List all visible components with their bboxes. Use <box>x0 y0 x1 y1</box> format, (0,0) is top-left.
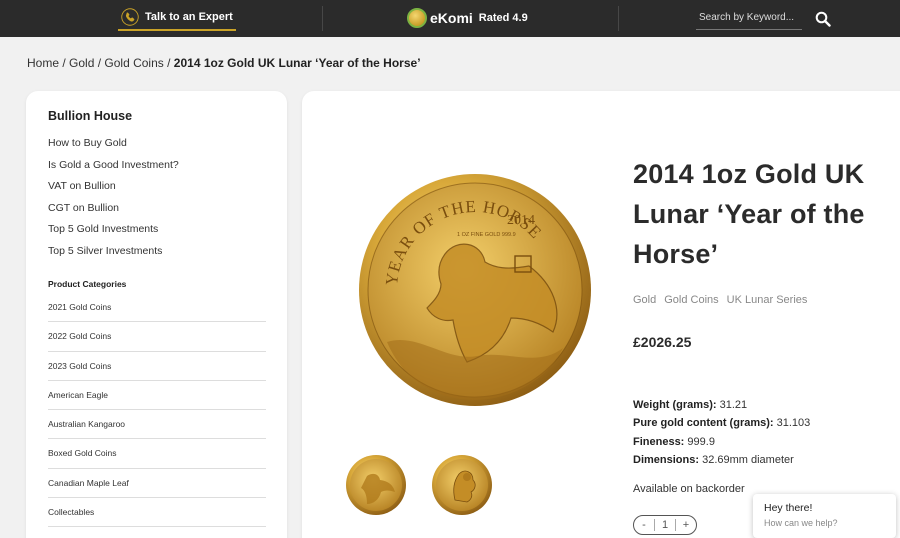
sidebar-title: Bullion House <box>48 109 133 123</box>
category-item[interactable]: Boxed Gold Coins <box>48 439 266 469</box>
category-item[interactable]: American Eagle <box>48 381 266 411</box>
category-item[interactable]: 2023 Gold Coins <box>48 352 266 381</box>
product-title: 2014 1oz Gold UK Lunar ‘Year of the Hors… <box>633 159 865 269</box>
breadcrumb-gold-coins[interactable]: Gold Coins <box>104 56 163 70</box>
spec-row: Pure gold content (grams): 31.103 <box>633 414 810 432</box>
phone-icon <box>121 7 139 26</box>
top-bar: Talk to an Expert eKomi Rated 4.9 <box>0 0 900 37</box>
chat-widget[interactable]: Hey there! How can we help? <box>753 494 896 538</box>
spec-row: Dimensions: 32.69mm diameter <box>633 451 810 469</box>
ekomi-rating[interactable]: eKomi Rated 4.9 <box>407 8 528 28</box>
availability-status: Available on backorder <box>633 483 745 495</box>
thumbnail-obverse[interactable] <box>431 454 493 516</box>
search-input[interactable] <box>696 6 802 30</box>
sidebar-link-top5-silver[interactable]: Top 5 Silver Investments <box>48 241 265 263</box>
breadcrumb: Home / Gold / Gold Coins / 2014 1oz Gold… <box>27 56 421 70</box>
spec-label: Weight (grams): <box>633 399 717 411</box>
talk-to-expert-link[interactable]: Talk to an Expert <box>118 4 236 31</box>
breadcrumb-gold[interactable]: Gold <box>69 56 94 70</box>
chat-title: Hey there! <box>764 502 813 514</box>
ekomi-brand: eKomi <box>430 10 473 26</box>
sidebar-link-gold-investment[interactable]: Is Gold a Good Investment? <box>48 155 265 177</box>
sidebar-link-vat[interactable]: VAT on Bullion <box>48 176 265 198</box>
tag-link[interactable]: UK Lunar Series <box>727 294 808 306</box>
coin-main-image[interactable]: YEAR OF THE HORSE 2014 1 OZ FINE GOLD 99… <box>357 172 593 408</box>
divider <box>618 6 619 31</box>
sidebar-link-how-to-buy-gold[interactable]: How to Buy Gold <box>48 133 265 155</box>
quantity-value[interactable]: 1 <box>654 519 676 531</box>
breadcrumb-home[interactable]: Home <box>27 56 59 70</box>
spec-label: Pure gold content (grams): <box>633 417 774 430</box>
product-price: £2026.25 <box>633 334 692 350</box>
sidebar-link-cgt[interactable]: CGT on Bullion <box>48 198 265 220</box>
sidebar-link-top5-gold[interactable]: Top 5 Gold Investments <box>48 219 265 241</box>
spec-label: Fineness: <box>633 435 685 448</box>
spec-value: 31.21 <box>719 399 748 411</box>
search-icon[interactable] <box>815 11 831 27</box>
quantity-plus-button[interactable]: + <box>676 519 696 531</box>
divider <box>322 6 323 31</box>
quantity-stepper[interactable]: - 1 + <box>633 515 697 535</box>
thumbnail-reverse[interactable] <box>345 454 407 516</box>
breadcrumb-current: 2014 1oz Gold UK Lunar ‘Year of the Hors… <box>173 56 421 70</box>
spec-label: Dimensions: <box>633 453 700 466</box>
category-item[interactable]: 2021 Gold Coins <box>48 293 266 323</box>
ekomi-rated: Rated 4.9 <box>478 12 528 24</box>
category-item[interactable]: Australian Kangaroo <box>48 410 266 440</box>
category-item[interactable]: 2022 Gold Coins <box>48 322 266 352</box>
talk-to-expert-label: Talk to an Expert <box>145 10 233 23</box>
product-specs: Weight (grams): 31.21 Pure gold content … <box>633 396 810 469</box>
tag-link[interactable]: Gold Coins <box>664 294 718 306</box>
spec-row: Weight (grams): 31.21 <box>633 396 810 414</box>
spec-row: Fineness: 999.9 <box>633 433 810 451</box>
sidebar: Bullion House How to Buy Gold Is Gold a … <box>26 91 287 538</box>
coin-year: 2014 <box>507 213 535 228</box>
quantity-minus-button[interactable]: - <box>634 519 654 531</box>
spec-value: 32.69mm diameter <box>702 453 794 466</box>
spec-value: 999.9 <box>687 435 715 448</box>
category-item[interactable]: Collectables <box>48 498 266 528</box>
product-tags: Gold Gold Coins UK Lunar Series <box>633 294 807 306</box>
chat-subtitle: How can we help? <box>764 518 838 528</box>
coin-fineness: 1 OZ FINE GOLD 999.9 <box>457 232 516 238</box>
spec-value: 31.103 <box>776 417 811 430</box>
ekomi-logo-icon <box>407 8 427 28</box>
category-item[interactable]: Canadian Maple Leaf <box>48 469 266 499</box>
categories-title: Product Categories <box>48 279 127 289</box>
tag-link[interactable]: Gold <box>633 294 656 306</box>
